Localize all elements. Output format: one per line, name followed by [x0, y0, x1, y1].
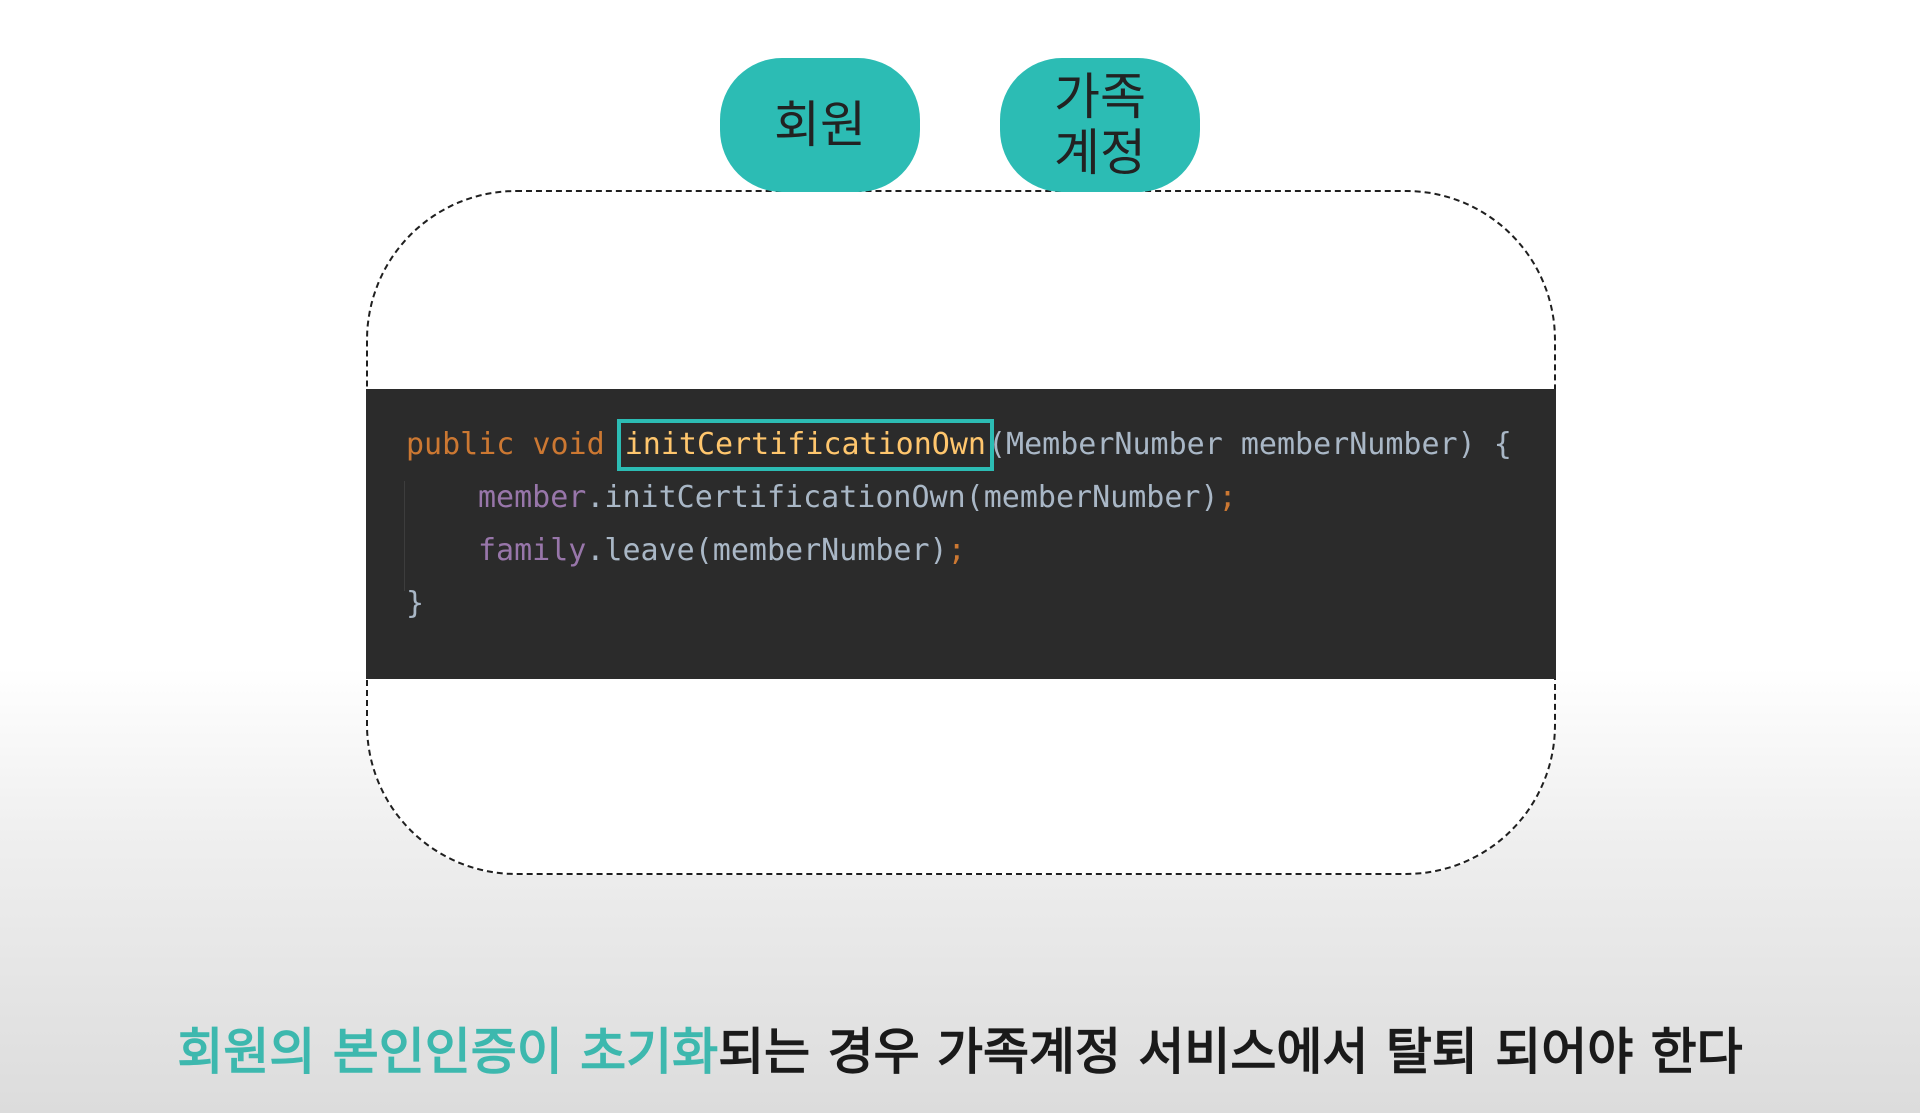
family-account-bubble: 가족 계정	[1000, 58, 1200, 192]
family-account-bubble-label: 가족 계정	[1054, 68, 1146, 182]
code-line-signature: public void initCertificationOwn(MemberN…	[406, 419, 1512, 471]
caption-highlight: 회원의 본인인증이 초기화	[177, 1023, 719, 1081]
family-call: .leave(memberNumber)	[586, 533, 948, 568]
code-line-close-brace: }	[406, 586, 425, 621]
member-field: member	[478, 480, 587, 515]
semicolon: ;	[1218, 480, 1237, 515]
indent-guide	[404, 481, 405, 591]
member-bubble: 회원	[720, 58, 920, 192]
code-snippet: public void initCertificationOwn(MemberN…	[366, 389, 1556, 679]
member-bubble-label: 회원	[774, 96, 866, 154]
semicolon: ;	[947, 533, 966, 568]
caption-rest: 되는 경우 가족계정 서비스에서 탈퇴 되어야 한다	[718, 1023, 1743, 1081]
code-line-member-call: member.initCertificationOwn(memberNumber…	[478, 478, 1237, 518]
slide-caption: 회원의 본인인증이 초기화되는 경우 가족계정 서비스에서 탈퇴 되어야 한다	[0, 1012, 1920, 1084]
method-params: (MemberNumber memberNumber) {	[987, 427, 1512, 462]
method-name-highlight: initCertificationOwn	[616, 419, 994, 471]
family-field: family	[478, 533, 587, 568]
keyword-public: public	[406, 427, 515, 462]
keyword-void: void	[532, 427, 605, 462]
member-call: .initCertificationOwn(memberNumber)	[586, 480, 1219, 515]
code-line-family-call: family.leave(memberNumber);	[478, 531, 966, 571]
